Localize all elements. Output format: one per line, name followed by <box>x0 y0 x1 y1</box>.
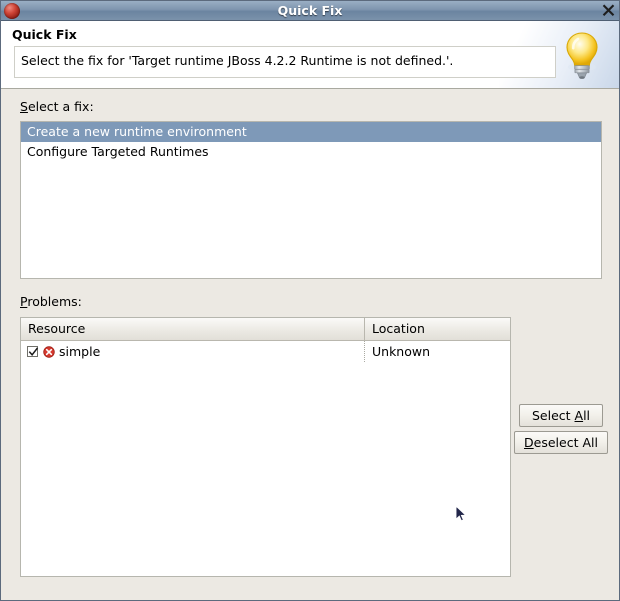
row-checkbox[interactable] <box>27 346 39 357</box>
header-message-box: Select the fix for 'Target runtime JBoss… <box>14 46 556 78</box>
column-header-location[interactable]: Location <box>365 318 510 340</box>
error-icon <box>43 345 55 358</box>
close-icon[interactable] <box>600 2 617 19</box>
problems-table[interactable]: Resource Location simple Unknown <box>20 317 511 577</box>
table-row[interactable]: simple Unknown <box>21 341 510 362</box>
window-title: Quick Fix <box>277 3 343 18</box>
header-title: Quick Fix <box>12 27 77 42</box>
quick-fix-dialog: Quick Fix Quick Fix Select the fix for '… <box>0 0 620 601</box>
cell-resource: simple <box>21 341 365 362</box>
column-header-resource[interactable]: Resource <box>21 318 365 340</box>
dialog-header: Quick Fix Select the fix for 'Target run… <box>1 21 619 89</box>
cell-resource-text: simple <box>59 344 101 359</box>
problems-label: Problems: <box>20 294 82 309</box>
jboss-sphere-icon <box>4 2 20 19</box>
dialog-body: Select a fix: Create a new runtime envir… <box>1 89 619 600</box>
list-item[interactable]: Configure Targeted Runtimes <box>21 142 601 162</box>
cell-location: Unknown <box>372 344 431 359</box>
title-bar[interactable]: Quick Fix <box>1 1 619 21</box>
lightbulb-icon <box>561 29 603 85</box>
list-item[interactable]: Create a new runtime environment <box>21 122 601 142</box>
select-all-button[interactable]: Select All <box>519 404 603 427</box>
header-message: Select the fix for 'Target runtime JBoss… <box>21 53 454 68</box>
table-header-row: Resource Location <box>21 318 510 341</box>
fix-list[interactable]: Create a new runtime environment Configu… <box>20 121 602 279</box>
select-a-fix-label: Select a fix: <box>20 99 94 114</box>
deselect-all-button[interactable]: Deselect All <box>514 431 608 454</box>
